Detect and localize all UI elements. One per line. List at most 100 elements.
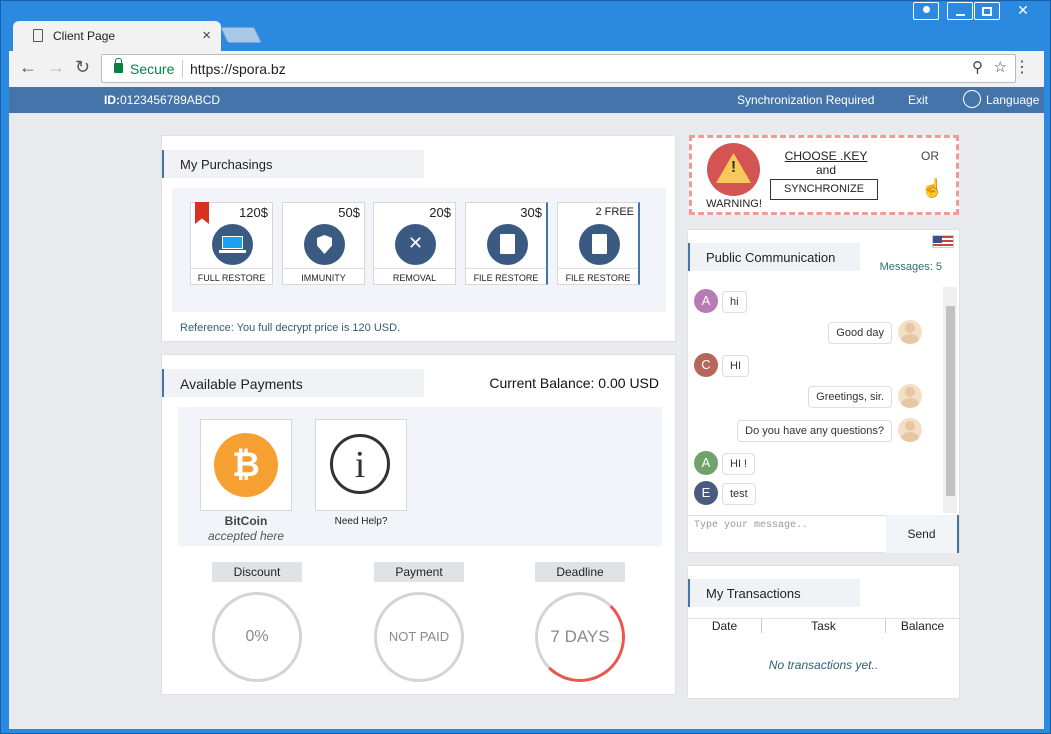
message-bubble: hi [722,291,747,313]
star-icon[interactable]: ☆ [994,58,1007,76]
exit-link[interactable]: Exit [908,93,928,107]
purchasings-title: My Purchasings [162,150,424,178]
warning-box: ! WARNING! CHOOSE .KEY and SYNCHRONIZE O… [689,135,959,215]
message-bubble: Do you have any questions? [737,420,892,442]
message-bubble: HI ! [722,453,756,475]
top-nav: ID: 0123456789ABCD Synchronization Requi… [9,87,1044,113]
column-date: Date [688,619,762,633]
menu-icon[interactable]: ⋮ [1014,57,1030,77]
file-icon [487,224,528,265]
address-toolbar: ← → ↻ Secure https://spora.bz ⚲ ☆ ⋮ [9,51,1044,87]
reload-icon[interactable]: ↻ [75,57,90,78]
send-button[interactable]: Send [886,515,959,553]
column-balance: Balance [900,619,945,633]
transactions-title: My Transactions [688,579,860,607]
language-link[interactable]: Language [986,93,1039,107]
us-flag-icon[interactable] [932,235,954,248]
purchase-removal[interactable]: 20$ ✕ REMOVAL [373,202,456,285]
page-icon [33,29,43,42]
synchronize-button[interactable]: SYNCHRONIZE [770,179,878,200]
deadline-label: Deadline [535,562,625,582]
bitcoin-name: BitCoin [224,514,268,528]
forward-icon[interactable]: → [47,57,65,78]
tab-title: Client Page [53,29,116,43]
tab-bar: Client Page × [9,15,1044,51]
back-icon[interactable]: ← [19,57,37,78]
empty-transactions: No transactions yet.. [768,658,879,672]
list-item: Good day [688,320,922,344]
message-bubble: HI [722,355,749,377]
bitcoin-icon: ₿ [214,433,278,497]
purchase-label: FILE RESTORE [558,268,638,283]
address-bar[interactable]: Secure https://spora.bz ⚲ ☆ [101,54,1016,83]
pointer-hand-icon[interactable]: ☝ [921,178,943,199]
price: 20$ [429,205,451,220]
messages-count: Messages: 5 [879,261,942,273]
purchase-label: REMOVAL [374,268,455,283]
price: 30$ [520,205,542,220]
purchase-immunity[interactable]: 50$ IMMUNITY [282,202,365,285]
zoom-icon[interactable]: ⚲ [972,58,983,76]
warning-circle: ! [707,143,760,196]
new-tab-button[interactable] [220,27,262,43]
price: 120$ [239,205,268,220]
user-avatar [898,384,922,408]
avatar: C [694,353,718,377]
purchase-full-restore[interactable]: 120$ FULL RESTORE [190,202,273,285]
payment-gauge: NOT PAID [374,592,464,682]
chat-panel: Public Communication Messages: 5 A hi Go… [687,229,960,553]
page-viewport: ID: 0123456789ABCD Synchronization Requi… [9,87,1044,729]
price: 2 FREE [595,206,634,218]
current-balance: Current Balance: 0.00 USD [489,375,659,391]
purchasings-list: 120$ FULL RESTORE 50$ IMMUNITY 20$ ✕ REM… [172,188,666,312]
lock-icon [114,58,123,73]
list-item: E test [694,481,934,505]
bitcoin-option[interactable]: ₿ [200,419,292,511]
avatar: A [694,451,718,475]
reference-text: Reference: You full decrypt price is 120… [180,322,401,334]
id-label: ID: [104,93,120,107]
discount-label: Discount [212,562,302,582]
purchasings-panel: My Purchasings 120$ FULL RESTORE 50$ IMM… [161,135,676,342]
payments-panel: Available Payments Current Balance: 0.00… [161,354,676,695]
list-item: A HI ! [694,451,934,475]
shield-icon [304,224,345,265]
file-icon [579,224,620,265]
warning-label: WARNING! [706,198,762,210]
purchase-file-restore-free[interactable]: 2 FREE FILE RESTORE [557,202,640,285]
list-item: Greetings, sir. [688,384,922,408]
purchase-file-restore[interactable]: 30$ FILE RESTORE [465,202,548,285]
user-avatar [898,418,922,442]
avatar: A [694,289,718,313]
help-option[interactable]: i [315,419,407,511]
transactions-header: Date Task Balance [688,618,959,633]
message-input[interactable]: Type your message.. [688,515,886,553]
info-icon: i [330,434,390,494]
secure-label: Secure [130,61,175,77]
tools-icon: ✕ [395,224,436,265]
deadline-gauge: 7 DAYS [535,592,625,682]
price: 50$ [338,205,360,220]
url-text[interactable]: https://spora.bz [190,61,286,77]
purchase-label: IMMUNITY [283,268,364,283]
and-label: and [815,163,837,177]
choose-key-link[interactable]: CHOOSE .KEY [772,149,880,163]
bookmark-icon [195,202,209,224]
message-bubble: Greetings, sir. [808,386,892,408]
chat-title: Public Communication [688,243,860,271]
browser-tab[interactable]: Client Page × [13,21,221,51]
tab-close-icon[interactable]: × [202,27,211,44]
message-list: A hi Good day C HI Greetings, sir. Do yo… [688,287,943,513]
laptop-icon [212,224,253,265]
chat-scrollbar[interactable] [943,287,957,513]
user-avatar [898,320,922,344]
list-item: A hi [694,289,934,313]
purchase-label: FILE RESTORE [466,268,546,283]
sync-required-link[interactable]: Synchronization Required [737,93,874,107]
bitcoin-sub: accepted here [207,529,285,543]
discount-gauge: 0% [212,592,302,682]
message-bubble: test [722,483,756,505]
globe-icon [963,90,981,108]
payment-label: Payment [374,562,464,582]
payment-methods: ₿ BitCoin accepted here i Need Help? [178,407,662,546]
